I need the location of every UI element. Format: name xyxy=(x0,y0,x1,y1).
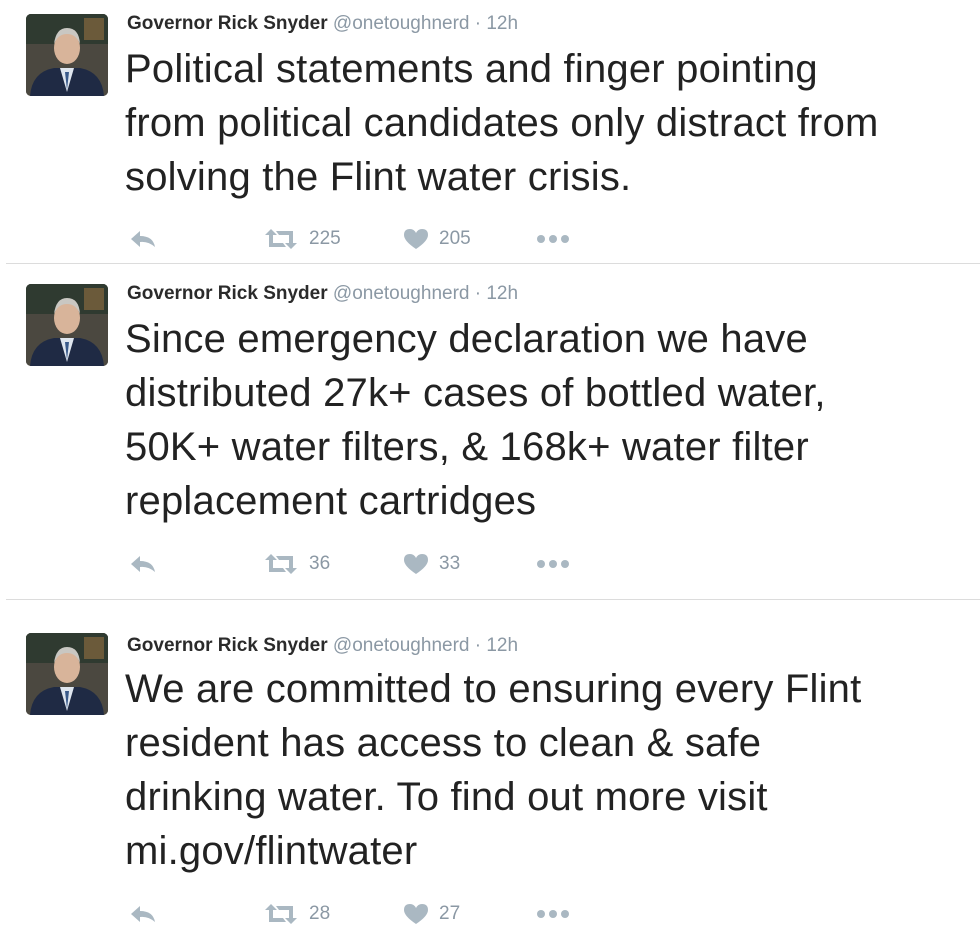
reply-button[interactable] xyxy=(128,552,158,576)
more-button[interactable] xyxy=(536,902,570,926)
tweet-header: Governor Rick Snyder @onetoughnerd · 12h xyxy=(127,12,518,36)
more-dots-icon xyxy=(537,235,569,243)
tweet: Governor Rick Snyder @onetoughnerd · 12h… xyxy=(0,264,980,600)
avatar[interactable] xyxy=(26,633,108,715)
author-name[interactable]: Governor Rick Snyder xyxy=(127,635,328,656)
reply-icon xyxy=(131,231,155,247)
retweet-button[interactable]: 225 xyxy=(263,227,341,251)
profile-photo xyxy=(26,284,108,366)
retweet-count: 36 xyxy=(309,553,331,574)
like-button[interactable]: 205 xyxy=(403,227,471,251)
profile-photo xyxy=(26,633,108,715)
reply-button[interactable] xyxy=(128,227,158,251)
tweet-actions: 36 33 xyxy=(128,552,588,576)
author-handle[interactable]: @onetoughnerd xyxy=(333,283,470,304)
reply-icon xyxy=(131,906,155,922)
tweet-actions: 225 205 xyxy=(128,227,588,251)
retweet-count: 225 xyxy=(309,228,341,249)
like-button[interactable]: 27 xyxy=(403,902,460,926)
heart-icon xyxy=(404,904,428,924)
timestamp[interactable]: 12h xyxy=(486,283,518,304)
separator: · xyxy=(474,635,482,656)
retweet-icon xyxy=(265,904,297,924)
heart-icon xyxy=(404,229,428,249)
more-button[interactable] xyxy=(536,552,570,576)
like-count: 205 xyxy=(439,228,471,249)
tweet-text: We are committed to ensuring every Flint… xyxy=(125,667,862,873)
tweet-header: Governor Rick Snyder @onetoughnerd · 12h xyxy=(127,634,518,658)
like-count: 33 xyxy=(439,553,461,574)
profile-photo xyxy=(26,14,108,96)
more-dots-icon xyxy=(537,910,569,918)
like-button[interactable]: 33 xyxy=(403,552,460,576)
reply-button[interactable] xyxy=(128,902,158,926)
retweet-icon xyxy=(265,554,297,574)
tweet-actions: 28 27 xyxy=(128,902,588,926)
avatar[interactable] xyxy=(26,14,108,96)
tweet-header: Governor Rick Snyder @onetoughnerd · 12h xyxy=(127,282,518,306)
timestamp[interactable]: 12h xyxy=(486,13,518,34)
retweet-count: 28 xyxy=(309,903,331,924)
retweet-button[interactable]: 28 xyxy=(263,902,330,926)
author-name[interactable]: Governor Rick Snyder xyxy=(127,13,328,34)
tweet-text: Since emergency declaration we have dist… xyxy=(125,317,826,523)
more-button[interactable] xyxy=(536,227,570,251)
tweet: Governor Rick Snyder @onetoughnerd · 12h… xyxy=(0,600,980,944)
separator: · xyxy=(474,283,482,304)
reply-icon xyxy=(131,556,155,572)
timestamp[interactable]: 12h xyxy=(486,635,518,656)
avatar[interactable] xyxy=(26,284,108,366)
retweet-button[interactable]: 36 xyxy=(263,552,330,576)
author-handle[interactable]: @onetoughnerd xyxy=(333,13,470,34)
separator: · xyxy=(474,13,482,34)
like-count: 27 xyxy=(439,903,461,924)
author-name[interactable]: Governor Rick Snyder xyxy=(127,283,328,304)
tweet-text: Political statements and finger pointing… xyxy=(125,47,879,199)
heart-icon xyxy=(404,554,428,574)
author-handle[interactable]: @onetoughnerd xyxy=(333,635,470,656)
retweet-icon xyxy=(265,229,297,249)
more-dots-icon xyxy=(537,560,569,568)
tweet: Governor Rick Snyder @onetoughnerd · 12h… xyxy=(0,0,980,264)
